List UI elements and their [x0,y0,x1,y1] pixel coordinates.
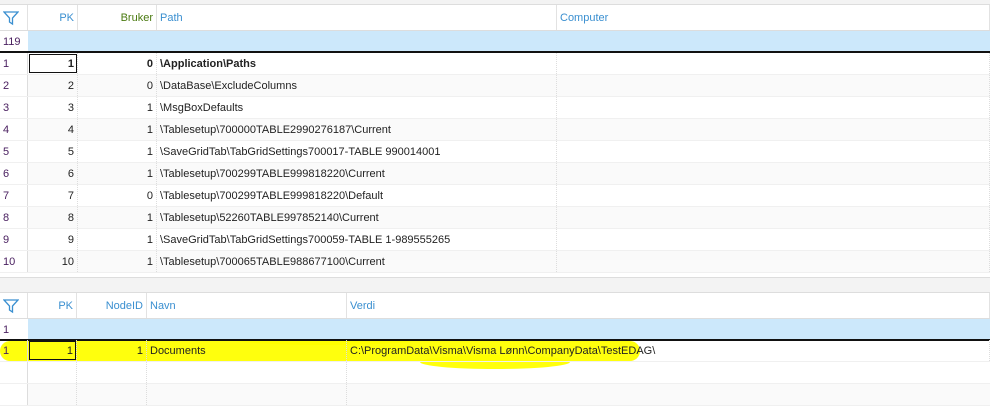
row-number: 5 [0,141,28,162]
row-number [0,362,28,383]
cell-computer[interactable] [557,119,990,140]
column-header-verdi[interactable]: Verdi [347,293,990,318]
cell-pk[interactable]: 7 [28,185,78,206]
row-number: 3 [0,97,28,118]
cell-path[interactable]: \Tablesetup\700000TABLE2990276187\Curren… [157,119,557,140]
cell-pk[interactable]: 5 [28,141,78,162]
filter-icon[interactable] [0,293,28,318]
cell-bruker[interactable]: 1 [78,119,157,140]
cell-pk[interactable]: 8 [28,207,78,228]
row-number: 1 [0,340,28,361]
row-number: 7 [0,185,28,206]
cell-computer[interactable] [557,53,990,74]
cell-bruker[interactable]: 1 [78,163,157,184]
cell-bruker[interactable]: 1 [78,97,157,118]
cell-computer[interactable] [557,97,990,118]
cell-path[interactable]: \Tablesetup\700299TABLE999818220\Default [157,185,557,206]
cell-pk[interactable]: 4 [28,119,78,140]
cell-pk[interactable]: 10 [28,251,78,272]
table-row[interactable]: 5 5 1 \SaveGridTab\TabGridSettings700017-TA… [0,141,990,163]
record-count: 119 [0,31,28,51]
cell-bruker[interactable]: 1 [78,141,157,162]
row-number: 6 [0,163,28,184]
cell-verdi[interactable]: C:\ProgramData\Visma\Visma Lønn\CompanyD… [347,340,990,361]
cell-pk[interactable]: 2 [28,75,78,96]
column-header-path[interactable]: Path [157,5,557,30]
row-number: 1 [0,53,28,74]
empty-cell [28,362,77,383]
table-row[interactable]: 1 1 1 Documents C:\ProgramData\Visma\Vis… [0,340,990,362]
table-row[interactable]: 10 10 1 \Tablesetup\700065TABLE988677100\Cu… [0,251,990,273]
empty-cell [77,384,147,405]
cell-path[interactable]: \SaveGridTab\TabGridSettings700059-TABLE… [157,229,557,250]
empty-cell [147,384,347,405]
top-grid-header: PK Bruker Path Computer [0,5,990,31]
row-number: 4 [0,119,28,140]
cell-path[interactable]: \DataBase\ExcludeColumns [157,75,557,96]
cell-computer[interactable] [557,75,990,96]
cell-bruker[interactable]: 1 [78,229,157,250]
table-row[interactable]: 1 1 0 \Application\Paths [0,53,990,75]
table-row[interactable]: 6 6 1 \Tablesetup\700299TABLE999818220\Curr… [0,163,990,185]
cell-bruker[interactable]: 1 [78,251,157,272]
column-header-pk[interactable]: PK [28,293,77,318]
filter-icon[interactable] [0,5,28,30]
row-number [0,384,28,405]
cell-computer[interactable] [557,163,990,184]
empty-cell [77,362,147,383]
empty-cell [147,362,347,383]
cell-computer[interactable] [557,207,990,228]
column-header-pk[interactable]: PK [28,5,78,30]
cell-path[interactable]: \SaveGridTab\TabGridSettings700017-TABLE… [157,141,557,162]
empty-cell [28,384,77,405]
column-header-bruker[interactable]: Bruker [78,5,157,30]
table-row[interactable]: 8 8 1 \Tablesetup\52260TABLE997852140\Curre… [0,207,990,229]
cell-bruker[interactable]: 1 [78,207,157,228]
column-header-navn[interactable]: Navn [147,293,347,318]
empty-row [0,362,990,384]
table-row[interactable]: 9 9 1 \SaveGridTab\TabGridSettings700059-TA… [0,229,990,251]
row-number: 10 [0,251,28,272]
cell-path[interactable]: \Tablesetup\700299TABLE999818220\Current [157,163,557,184]
cell-pk[interactable]: 9 [28,229,78,250]
cell-computer[interactable] [557,185,990,206]
cell-computer[interactable] [557,251,990,272]
splitter[interactable] [0,277,990,293]
cell-pk[interactable]: 1 [28,53,78,74]
record-count: 1 [0,319,28,339]
row-number: 9 [0,229,28,250]
table-row[interactable]: 7 7 0 \Tablesetup\700299TABLE999818220\Defa… [0,185,990,207]
column-header-computer[interactable]: Computer [557,5,990,30]
cell-bruker[interactable]: 0 [78,75,157,96]
column-header-nodeid[interactable]: NodeID [77,293,147,318]
cell-navn[interactable]: Documents [147,340,347,361]
row-number: 2 [0,75,28,96]
empty-row [0,384,990,406]
cell-path[interactable]: \Tablesetup\52260TABLE997852140\Current [157,207,557,228]
cell-bruker[interactable]: 0 [78,185,157,206]
cell-path[interactable]: \MsgBoxDefaults [157,97,557,118]
row-number: 8 [0,207,28,228]
cell-pk[interactable]: 3 [28,97,78,118]
table-row[interactable]: 3 3 1 \MsgBoxDefaults [0,97,990,119]
cell-pk[interactable]: 6 [28,163,78,184]
cell-path[interactable]: \Tablesetup\700065TABLE988677100\Current [157,251,557,272]
cell-nodeid[interactable]: 1 [77,340,147,361]
cell-computer[interactable] [557,141,990,162]
cell-bruker[interactable]: 0 [78,53,157,74]
bottom-grid-header: PK NodeID Navn Verdi [0,293,990,319]
filter-row[interactable]: 119 [0,31,990,53]
cell-computer[interactable] [557,229,990,250]
table-row[interactable]: 2 2 0 \DataBase\ExcludeColumns [0,75,990,97]
filter-row[interactable]: 1 [0,319,990,341]
cell-pk[interactable]: 1 [28,340,77,361]
cell-path[interactable]: \Application\Paths [157,53,557,74]
table-row[interactable]: 4 4 1 \Tablesetup\700000TABLE2990276187\Cur… [0,119,990,141]
